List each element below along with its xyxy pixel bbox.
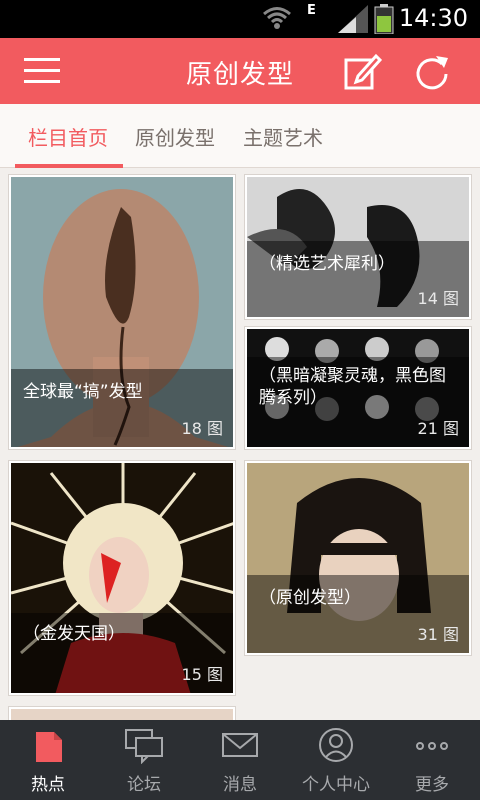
nav-profile[interactable]: 个人中心: [288, 720, 384, 800]
tab-theme-art[interactable]: 主题艺术: [243, 122, 323, 151]
card-count: 15 图: [181, 665, 223, 684]
nav-messages[interactable]: 消息: [192, 720, 288, 800]
tab-bar: 栏目首页 原创发型 主题艺术: [0, 104, 480, 168]
hot-icon: [36, 732, 62, 762]
gallery-card[interactable]: （精选艺术犀利） 14 图: [244, 174, 472, 320]
card-overlay: 全球最“搞”发型 18 图: [11, 369, 233, 447]
nav-forum[interactable]: 论坛: [96, 720, 192, 800]
network-type-label: E: [307, 3, 316, 18]
card-count: 18 图: [181, 419, 223, 438]
message-icon: [222, 733, 258, 757]
nav-more[interactable]: 更多: [384, 720, 480, 800]
nav-hot[interactable]: 热点: [0, 720, 96, 800]
refresh-icon[interactable]: [412, 52, 452, 92]
card-count: 14 图: [417, 289, 459, 308]
signal-icon: [338, 5, 368, 33]
card-overlay: （黑暗凝聚灵魂，黑色图腾系列） 21 图: [247, 357, 469, 447]
status-time: 14:30: [398, 4, 468, 32]
forum-icon: [125, 729, 163, 764]
status-bar: E 14:30: [0, 0, 480, 38]
card-title: （金发天国）: [23, 624, 125, 644]
more-icon: [416, 742, 448, 750]
tab-original-hairstyle[interactable]: 原创发型: [135, 122, 215, 151]
app-bar: 原创发型: [0, 38, 480, 104]
wifi-icon: [263, 7, 291, 29]
card-overlay: （精选艺术犀利） 14 图: [247, 241, 469, 317]
card-count: 31 图: [417, 625, 459, 644]
user-icon: [319, 728, 353, 762]
bottom-navigation: 热点 论坛 消息 个人中心 更多: [0, 720, 480, 800]
card-title: （精选艺术犀利）: [259, 254, 395, 274]
gallery-card[interactable]: [8, 706, 236, 720]
card-title: （黑暗凝聚灵魂，黑色图腾系列）: [259, 366, 446, 408]
gallery-card[interactable]: （金发天国） 15 图: [8, 460, 236, 696]
nav-label: 个人中心: [302, 775, 370, 795]
card-count: 21 图: [417, 419, 459, 438]
edit-icon[interactable]: [342, 52, 382, 92]
nav-label: 消息: [223, 775, 257, 795]
gallery-grid: 全球最“搞”发型 18 图 （精选艺术犀利） 14 图 （黑暗凝聚灵魂，黑色图腾…: [0, 168, 480, 720]
page-title: 原创发型: [185, 60, 294, 90]
battery-icon: [374, 4, 394, 34]
nav-label: 热点: [31, 775, 65, 795]
nav-label: 论坛: [127, 775, 161, 795]
nav-label: 更多: [415, 775, 449, 795]
card-overlay: （金发天国） 15 图: [11, 613, 233, 693]
card-image: [11, 709, 233, 720]
card-title: 全球最“搞”发型: [23, 382, 143, 402]
tab-home[interactable]: 栏目首页: [28, 122, 108, 151]
gallery-card[interactable]: （原创发型） 31 图: [244, 460, 472, 656]
card-overlay: （原创发型） 31 图: [247, 575, 469, 653]
card-title: （原创发型）: [259, 588, 361, 608]
gallery-card[interactable]: （黑暗凝聚灵魂，黑色图腾系列） 21 图: [244, 326, 472, 450]
gallery-card[interactable]: 全球最“搞”发型 18 图: [8, 174, 236, 450]
